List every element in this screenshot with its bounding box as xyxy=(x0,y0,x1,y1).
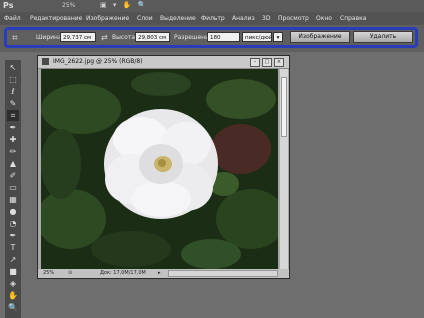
zoom-tool-icon[interactable]: 🔍 xyxy=(7,302,19,313)
rose-photo xyxy=(41,69,278,269)
quick-select-tool-icon[interactable]: ✎ xyxy=(7,98,19,109)
menu-view[interactable]: Просмотр xyxy=(278,12,309,25)
pen-tool-icon[interactable]: ✒ xyxy=(7,230,19,241)
navigator-icon[interactable]: ⊙ xyxy=(68,269,72,278)
scrollbar-thumb[interactable] xyxy=(281,77,287,137)
menu-filter[interactable]: Фильтр xyxy=(201,12,225,25)
minimize-icon[interactable]: – xyxy=(250,58,260,67)
eyedropper-tool-icon[interactable]: ✒ xyxy=(7,122,19,133)
healing-tool-icon[interactable]: ✚ xyxy=(7,134,19,145)
menu-3d[interactable]: 3D xyxy=(262,12,270,25)
eraser-tool-icon[interactable]: ▭ xyxy=(7,182,19,193)
application-bar: Ps 25% ▣ ▾ ✋ 🔍 xyxy=(0,0,424,12)
move-tool-icon[interactable]: ↖ xyxy=(7,62,19,73)
menu-select[interactable]: Выделение xyxy=(160,12,196,25)
swap-dimensions-icon[interactable]: ⇄ xyxy=(101,33,109,43)
photoshop-logo: Ps xyxy=(3,1,14,10)
gradient-tool-icon[interactable]: ▦ xyxy=(7,194,19,205)
dodge-tool-icon[interactable]: ◔ xyxy=(7,218,19,229)
height-label: Высота: xyxy=(112,34,138,41)
marquee-tool-icon[interactable]: ⬚ xyxy=(7,74,19,85)
document-canvas[interactable] xyxy=(41,69,278,269)
options-bar: ⌗ Ширина: 29,737 см ⇄ Высота: 29,803 см … xyxy=(0,25,424,52)
document-window: IMG_2622.jpg @ 25% (RGB/8) – □ × 25% ⊙ Д… xyxy=(37,55,290,279)
document-icon xyxy=(42,58,49,65)
menu-help[interactable]: Справка xyxy=(340,12,366,25)
3d-tool-icon[interactable]: ◈ xyxy=(7,278,19,289)
close-icon[interactable]: × xyxy=(274,58,284,67)
stamp-tool-icon[interactable]: ▲ xyxy=(7,158,19,169)
menu-window[interactable]: Окно xyxy=(316,12,332,25)
blur-tool-icon[interactable]: ● xyxy=(7,206,19,217)
menu-bar: Файл Редактирование Изображение Слои Выд… xyxy=(0,12,424,25)
lasso-tool-icon[interactable]: ℓ xyxy=(7,86,19,97)
document-title: IMG_2622.jpg @ 25% (RGB/8) xyxy=(53,58,143,65)
menu-file[interactable]: Файл xyxy=(4,12,21,25)
menu-edit[interactable]: Редактирование xyxy=(30,12,82,25)
type-tool-icon[interactable]: T xyxy=(7,242,19,253)
crop-tool-icon[interactable]: ⌗ xyxy=(12,33,24,45)
shape-tool-icon[interactable]: ■ xyxy=(7,266,19,277)
document-status-bar: 25% ⊙ Док: 17,0М/17,0М ▸ xyxy=(38,269,289,278)
tools-panel: ↖ ⬚ ℓ ✎ ⌗ ✒ ✚ ✏ ▲ ✐ ▭ ▦ ● ◔ ✒ T ↗ ■ ◈ ✋ … xyxy=(5,60,21,318)
history-brush-tool-icon[interactable]: ✐ xyxy=(7,170,19,181)
path-select-tool-icon[interactable]: ↗ xyxy=(7,254,19,265)
menu-image[interactable]: Изображение xyxy=(86,12,129,25)
vertical-scrollbar[interactable] xyxy=(280,69,288,269)
menu-analysis[interactable]: Анализ xyxy=(232,12,255,25)
front-image-button[interactable]: Изображение xyxy=(290,31,350,43)
brush-tool-icon[interactable]: ✏ xyxy=(7,146,19,157)
status-menu-arrow-icon[interactable]: ▸ xyxy=(158,269,161,278)
crop-tool-icon[interactable]: ⌗ xyxy=(7,110,19,121)
resolution-field[interactable]: 180 xyxy=(207,32,240,42)
chevron-down-icon[interactable]: ▾ xyxy=(273,32,283,42)
maximize-icon[interactable]: □ xyxy=(262,58,272,67)
document-tab[interactable]: IMG_2622.jpg @ 25% (RGB/8) – □ × xyxy=(38,56,289,69)
document-size-info: Док: 17,0М/17,0М xyxy=(100,270,146,276)
horizontal-scrollbar[interactable] xyxy=(168,270,278,277)
width-field[interactable]: 29,737 см xyxy=(60,32,96,42)
height-field[interactable]: 29,803 см xyxy=(135,32,170,42)
zoom-level-dropdown[interactable]: 25% xyxy=(62,1,92,10)
arrange-icons[interactable]: ▣ ▾ ✋ 🔍 xyxy=(100,1,170,10)
zoom-readout[interactable]: 25% xyxy=(43,269,54,278)
menu-layers[interactable]: Слои xyxy=(137,12,153,25)
clear-button[interactable]: Удалить xyxy=(353,31,413,43)
hand-tool-icon[interactable]: ✋ xyxy=(7,290,19,301)
resolution-unit-select[interactable]: пикс/дюйм xyxy=(242,32,272,42)
